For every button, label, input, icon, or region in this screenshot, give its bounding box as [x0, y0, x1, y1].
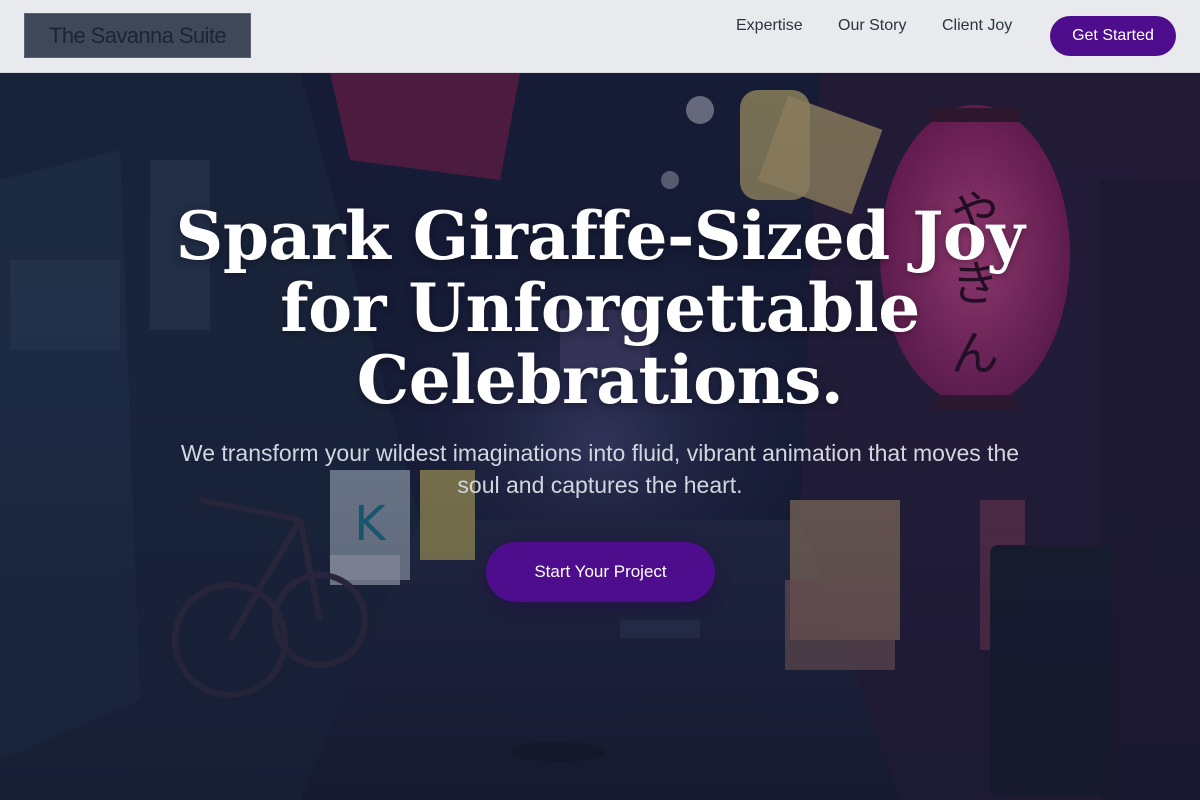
main-nav: Expertise Our Story Client Joy [0, 17, 1200, 41]
hero-section: Spark Giraffe-Sized Joy for Unforgettabl… [0, 73, 1200, 800]
hero-subtitle: We transform your wildest imaginations i… [180, 440, 1020, 498]
start-your-project-button[interactable]: Start Your Project [486, 542, 715, 602]
get-started-button[interactable]: Get Started [1050, 16, 1176, 56]
nav-link-expertise[interactable]: Expertise [736, 17, 803, 35]
nav-link-client-joy[interactable]: Client Joy [942, 17, 1012, 35]
nav-link-our-story[interactable]: Our Story [838, 17, 906, 35]
hero-title: Spark Giraffe-Sized Joy for Unforgettabl… [175, 197, 1025, 419]
page: や き ん K The Savanna Suite Expertise [0, 0, 1200, 800]
site-header: The Savanna Suite Expertise Our Story Cl… [0, 0, 1200, 73]
